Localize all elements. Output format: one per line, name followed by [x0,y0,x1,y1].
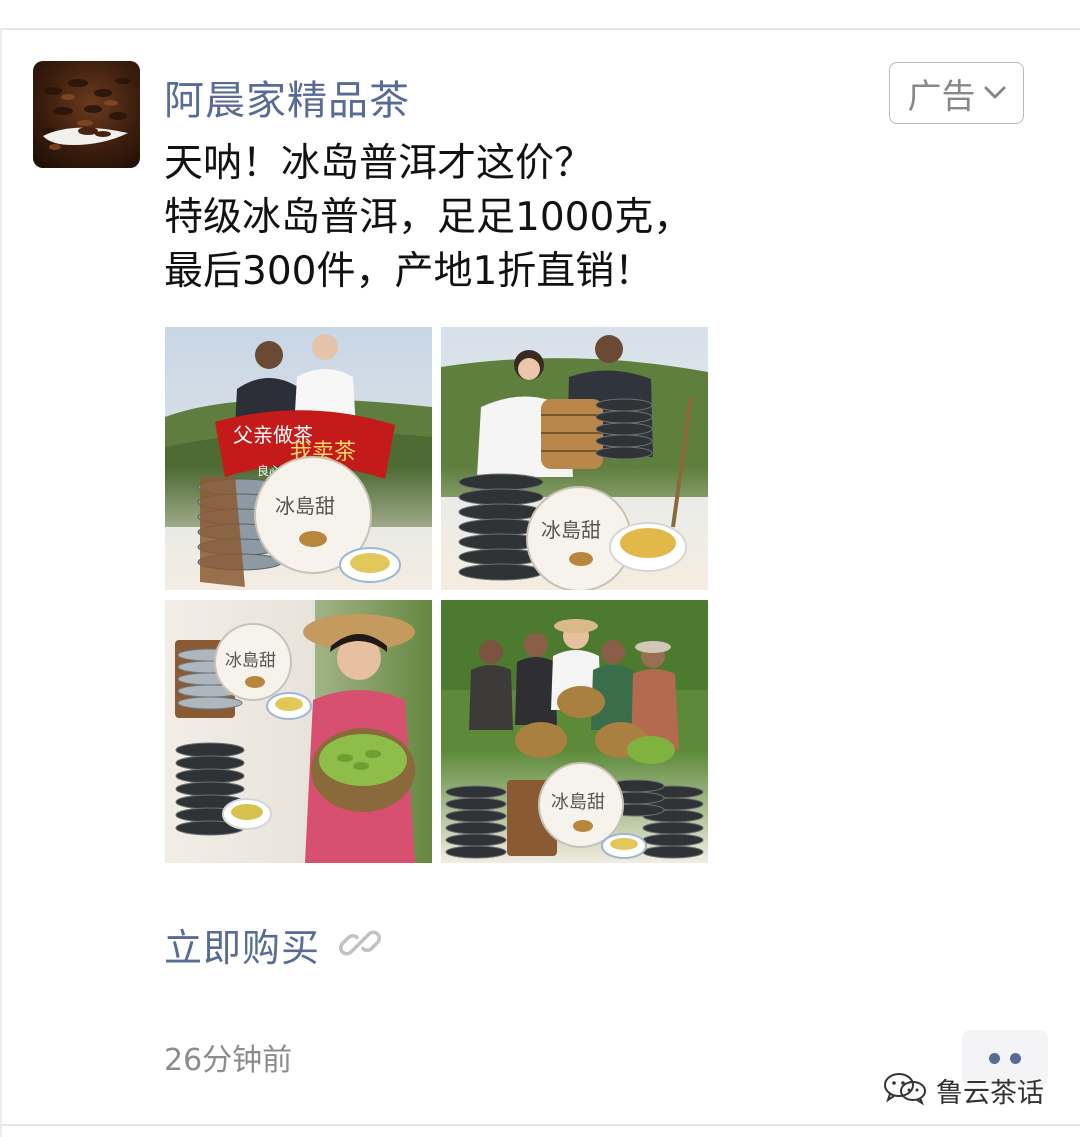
cake-label: 冰島甜 [275,494,335,518]
post-image-2[interactable]: 冰島甜 [441,327,708,590]
buy-now-label: 立即购买 [164,926,321,970]
watermark: 鲁云茶话 [882,1070,1044,1110]
post-text: 天呐！冰岛普洱才这价？ 特级冰岛普洱，足足1000克， 最后300件，产地1折直… [164,137,864,299]
cake-label: 冰島甜 [551,792,605,813]
cake-label: 冰島甜 [225,651,276,671]
post-text-line: 最后300件，产地1折直销！ [164,249,654,294]
buy-now-link[interactable]: 立即购买 [164,917,382,972]
ad-badge[interactable]: 广告 [889,62,1024,124]
post-image-3[interactable]: 冰島甜 [165,600,432,863]
post-timestamp: 26分钟前 [164,1043,293,1078]
account-name[interactable]: 阿晨家精品茶 [164,68,410,126]
image-grid: 父亲做茶 我卖茶 良心茶 放心购 冰島甜 [165,327,708,863]
chevron-down-icon [984,86,1006,100]
link-icon [338,921,382,969]
account-avatar[interactable] [33,61,140,168]
bottom-divider [0,1124,1080,1126]
more-dots-icon [989,1052,1000,1064]
cake-label: 冰島甜 [541,518,601,542]
more-dots-icon [1010,1052,1021,1064]
post-text-line: 天呐！冰岛普洱才这价？ [164,141,594,186]
post-text-line: 特级冰岛普洱，足足1000克， [164,195,693,240]
post-image-1[interactable]: 父亲做茶 我卖茶 良心茶 放心购 冰島甜 [165,327,432,590]
ad-label: 广告 [907,76,976,117]
wechat-icon [882,1070,928,1110]
top-divider [0,28,1080,30]
watermark-text: 鲁云茶话 [936,1077,1044,1109]
post-image-4[interactable]: 冰島甜 [441,600,708,863]
left-divider [0,28,2,1137]
